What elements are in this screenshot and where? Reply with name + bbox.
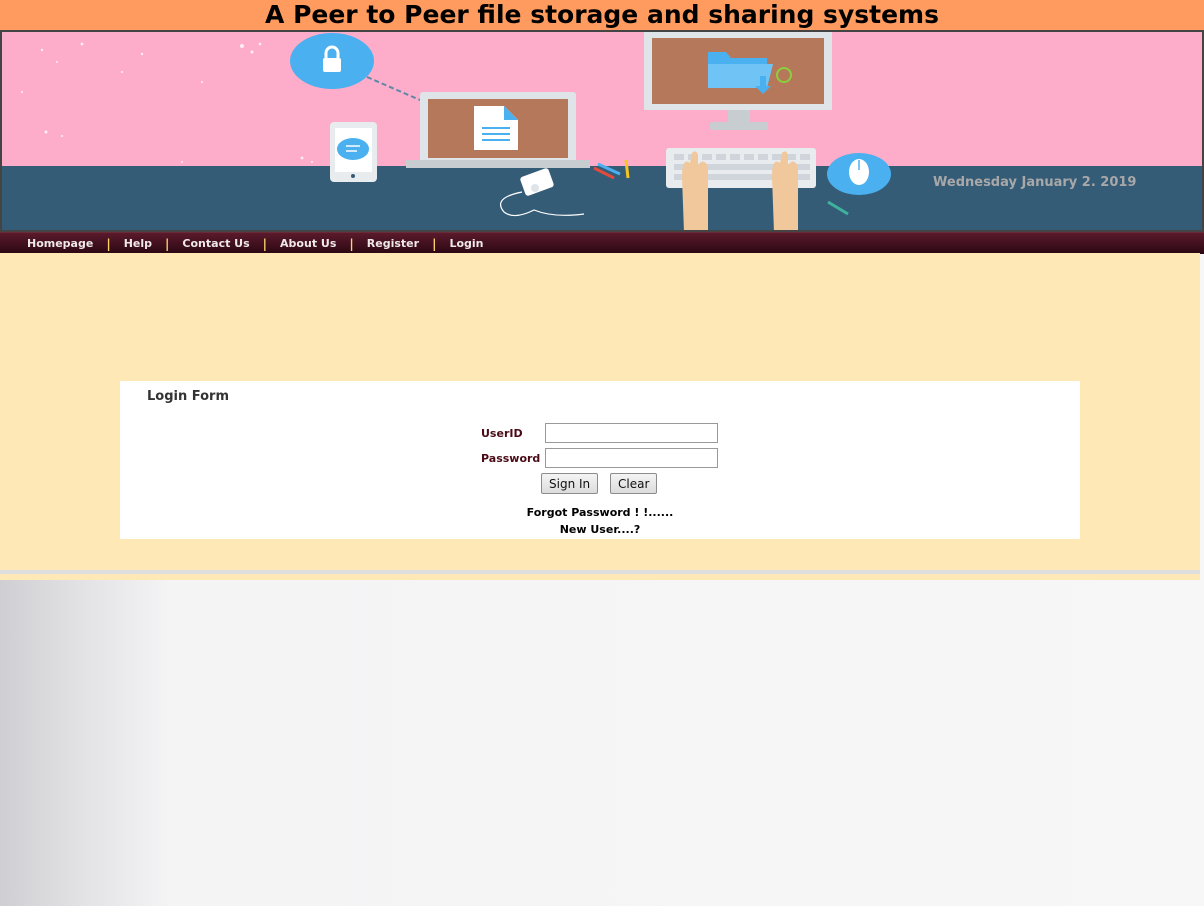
banner-illustration <box>2 32 1202 230</box>
nav-separator: | <box>349 236 354 251</box>
nav-separator: | <box>106 236 111 251</box>
forgot-password-link[interactable]: Forgot Password ! !...... <box>120 506 1080 519</box>
userid-input[interactable] <box>545 423 718 443</box>
login-form: Login Form UserID Password Sign In Clear… <box>120 381 1080 539</box>
chat-phone-icon <box>330 122 377 182</box>
banner-date: Wednesday January 2. 2019 <box>933 175 1137 190</box>
title-bar: A Peer to Peer file storage and sharing … <box>0 0 1204 30</box>
password-label: Password <box>481 452 541 465</box>
header-banner: Wednesday January 2. 2019 <box>0 30 1204 232</box>
nav-register[interactable]: Register <box>367 237 419 250</box>
password-input[interactable] <box>545 448 718 468</box>
document-laptop-icon <box>406 92 590 168</box>
nav-help[interactable]: Help <box>124 237 152 250</box>
userid-label: UserID <box>481 427 523 440</box>
nav-login[interactable]: Login <box>449 237 483 250</box>
main-navigation: Homepage | Help | Contact Us | About Us … <box>0 232 1204 254</box>
nav-separator: | <box>262 236 268 251</box>
nav-separator: | <box>432 236 437 251</box>
login-form-title: Login Form <box>147 389 229 404</box>
sign-in-button[interactable]: Sign In <box>541 473 599 494</box>
clear-button[interactable]: Clear <box>610 473 658 494</box>
nav-about-us[interactable]: About Us <box>280 237 336 250</box>
main-content: Login Form UserID Password Sign In Clear… <box>0 253 1200 570</box>
page-title: A Peer to Peer file storage and sharing … <box>265 0 939 29</box>
nav-homepage[interactable]: Homepage <box>27 237 93 250</box>
content-divider <box>0 570 1200 580</box>
mouse-icon <box>827 153 891 195</box>
nav-separator: | <box>165 236 170 251</box>
new-user-link[interactable]: New User....? <box>120 523 1080 536</box>
nav-contact-us[interactable]: Contact Us <box>182 237 249 250</box>
